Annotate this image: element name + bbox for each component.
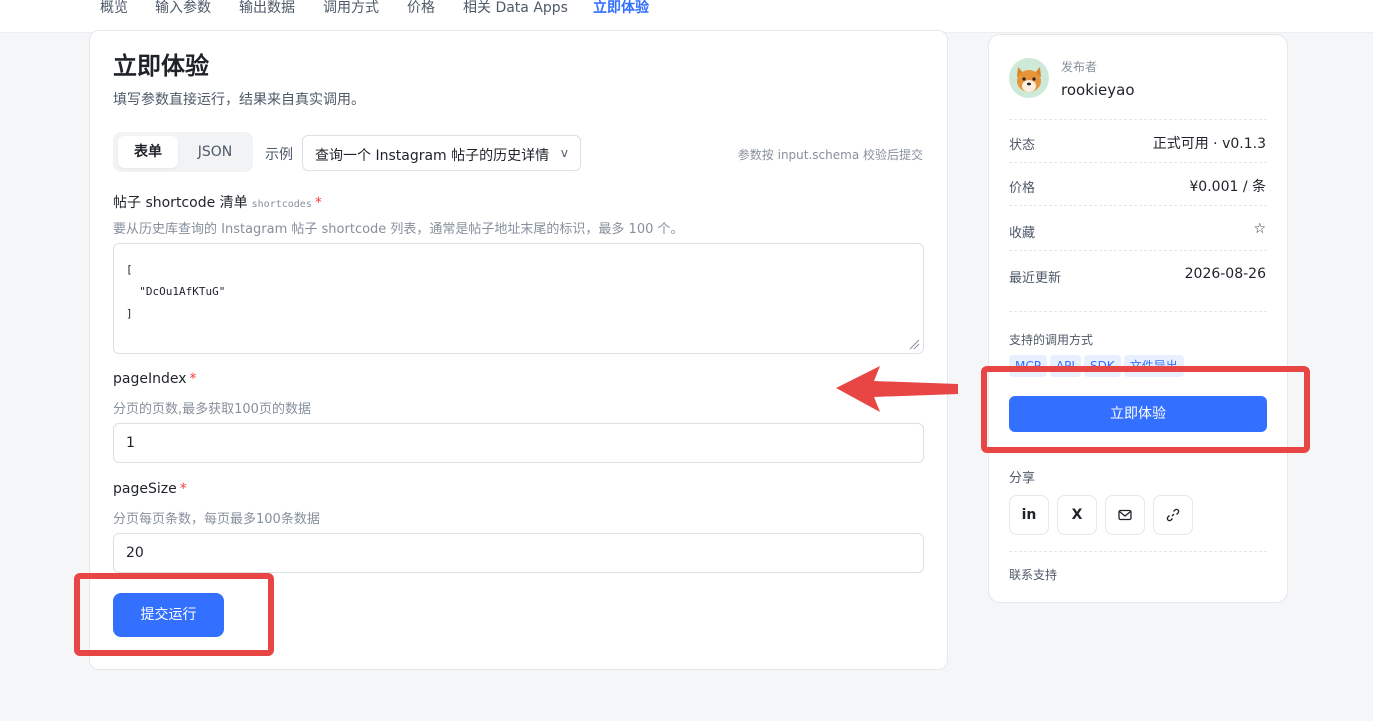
- chevron-down-icon: v: [560, 146, 568, 160]
- favorite-label: 收藏: [1009, 226, 1036, 241]
- divider: [1009, 162, 1267, 163]
- page-size-input[interactable]: 20: [113, 533, 924, 573]
- page-index-input[interactable]: 1: [113, 423, 924, 463]
- shortcodes-label: 帖子 shortcode 清单 shortcodes *: [113, 192, 322, 212]
- publisher-name[interactable]: rookieyao: [1061, 81, 1135, 99]
- shortcodes-label-text: 帖子 shortcode 清单: [113, 195, 248, 211]
- mode-toggle: 表单 JSON: [113, 132, 253, 172]
- tab-related-apps[interactable]: 相关 Data Apps: [463, 0, 568, 33]
- linkedin-icon: in: [1021, 507, 1037, 523]
- resize-handle-icon[interactable]: [908, 338, 920, 350]
- divider: [1009, 551, 1267, 552]
- page-index-label-text: pageIndex: [113, 371, 187, 387]
- mail-icon: [1118, 509, 1132, 521]
- price-value: ¥0.001 / 条: [1189, 179, 1266, 195]
- avatar: [1009, 58, 1049, 98]
- publisher-label: 发布者: [1061, 60, 1098, 74]
- shortcodes-textarea[interactable]: [ "DcOu1AfKTuG" ]: [113, 243, 924, 354]
- example-label: 示例: [265, 147, 293, 163]
- x-share-button[interactable]: X: [1057, 495, 1097, 535]
- tab-try-now[interactable]: 立即体验: [593, 0, 649, 33]
- required-mark: *: [189, 371, 197, 387]
- try-now-highlight-box: [981, 366, 1310, 453]
- share-label: 分享: [1009, 471, 1036, 486]
- divider: [1009, 311, 1267, 312]
- page-size-label: pageSize *: [113, 481, 187, 497]
- required-mark: *: [314, 195, 322, 211]
- shiba-avatar-icon: [1009, 58, 1049, 98]
- example-select[interactable]: 查询一个 Instagram 帖子的历史详情 v: [302, 135, 581, 171]
- page-index-label: pageIndex *: [113, 371, 197, 387]
- form-mode-button[interactable]: 表单: [118, 136, 178, 168]
- divider: [1009, 250, 1267, 251]
- tab-pricing[interactable]: 价格: [407, 0, 435, 33]
- status-value: 正式可用 · v0.1.3: [1152, 136, 1266, 152]
- star-icon[interactable]: ☆: [1253, 221, 1266, 237]
- example-selected-value: 查询一个 Instagram 帖子的历史详情: [315, 148, 550, 164]
- tab-overview[interactable]: 概览: [100, 0, 128, 33]
- price-label: 价格: [1009, 181, 1036, 196]
- json-mode-button[interactable]: JSON: [183, 136, 247, 168]
- top-nav: 概览 输入参数 输出数据 调用方式 价格 相关 Data Apps 立即体验: [0, 0, 1373, 33]
- shortcodes-key: shortcodes: [251, 199, 312, 210]
- shortcodes-description: 要从历史库查询的 Instagram 帖子 shortcode 列表，通常是帖子…: [113, 222, 684, 237]
- page-title: 立即体验: [113, 52, 209, 80]
- email-share-button[interactable]: [1105, 495, 1145, 535]
- status-label: 状态: [1009, 138, 1036, 153]
- copy-link-button[interactable]: [1153, 495, 1193, 535]
- page-size-description: 分页每页条数，每页最多100条数据: [113, 512, 320, 527]
- divider: [1009, 119, 1267, 120]
- page-size-label-text: pageSize: [113, 481, 177, 497]
- call-methods-label: 支持的调用方式: [1009, 333, 1094, 347]
- tab-output-data[interactable]: 输出数据: [239, 0, 295, 33]
- link-icon: [1166, 508, 1180, 522]
- tab-input-params[interactable]: 输入参数: [155, 0, 211, 33]
- info-sidebar: 发布者 rookieyao 状态 正式可用 · v0.1.3 价格 ¥0.001…: [988, 34, 1288, 603]
- page-index-description: 分页的页数,最多获取100页的数据: [113, 402, 311, 417]
- submit-highlight-box: [74, 573, 274, 656]
- contact-support-link[interactable]: 联系支持: [1009, 566, 1057, 583]
- x-icon: X: [1071, 507, 1083, 523]
- tab-call-methods[interactable]: 调用方式: [323, 0, 379, 33]
- updated-value: 2026-08-26: [1184, 266, 1266, 282]
- arrow-left-icon: [836, 366, 958, 412]
- divider: [1009, 205, 1267, 206]
- schema-note: 参数按 input.schema 校验后提交: [737, 148, 923, 162]
- page-description: 填写参数直接运行，结果来自真实调用。: [113, 92, 365, 108]
- updated-label: 最近更新: [1009, 271, 1062, 286]
- required-mark: *: [179, 481, 187, 497]
- linkedin-share-button[interactable]: in: [1009, 495, 1049, 535]
